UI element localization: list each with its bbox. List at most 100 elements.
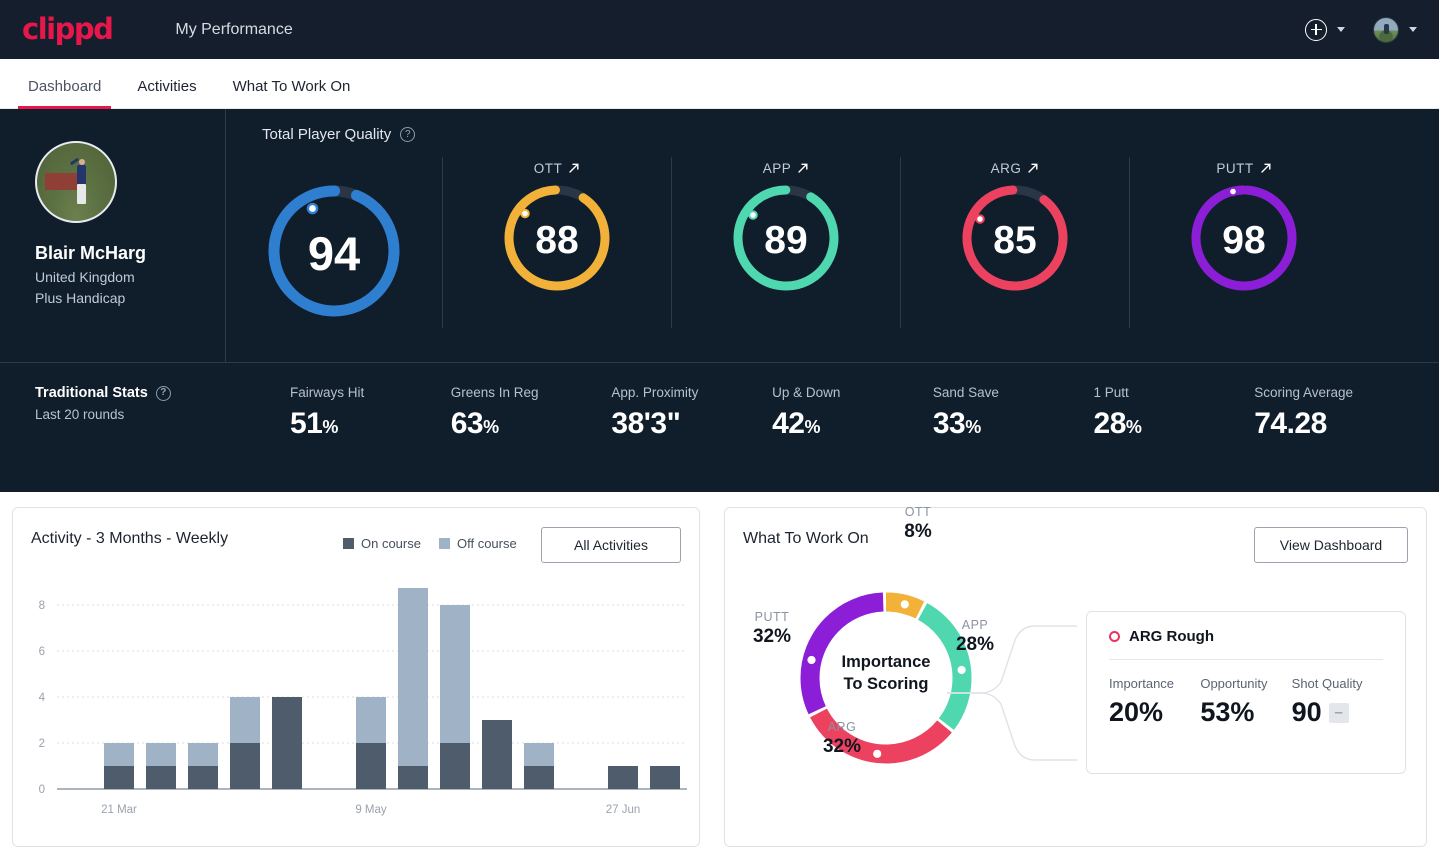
circle-outline-icon bbox=[1109, 631, 1120, 642]
gauge-arg: ARG 85 bbox=[900, 157, 1129, 328]
stat-greens-in-reg: Greens In Reg 63% bbox=[451, 385, 612, 441]
metric-value: 20% bbox=[1109, 697, 1164, 727]
player-handicap: Plus Handicap bbox=[35, 290, 126, 306]
plus-circle-icon[interactable] bbox=[1305, 18, 1327, 41]
what-to-work-on-card: What To Work On View Dashboard Importanc… bbox=[724, 505, 1427, 847]
stat-value: 28% bbox=[1093, 407, 1142, 440]
app-title: My Performance bbox=[175, 20, 293, 38]
metric-label: Opportunity bbox=[1200, 676, 1268, 691]
stat-label: Scoring Average bbox=[1254, 385, 1354, 400]
x-tick-9-may: 9 May bbox=[355, 804, 387, 816]
donut-label-ott: OTT 8% bbox=[904, 505, 932, 542]
stat-value: 74.28 bbox=[1254, 407, 1327, 440]
donut-marker-ott bbox=[898, 597, 912, 611]
ott-ring: 88 bbox=[498, 179, 616, 302]
gauge-app-label: APP bbox=[762, 160, 792, 176]
stat-label: App. Proximity bbox=[611, 385, 699, 400]
bottom-cards: Activity - 3 Months - Weekly On course O… bbox=[0, 492, 1439, 847]
donut-marker-putt bbox=[804, 653, 819, 667]
stat-value: 33% bbox=[932, 407, 981, 440]
stat-label: Up & Down bbox=[772, 385, 841, 400]
all-activities-button[interactable]: All Activities bbox=[541, 527, 681, 563]
stat-value: 38'3" bbox=[611, 407, 681, 440]
legend-label: Off course bbox=[456, 536, 517, 551]
traditional-stats-row: Traditional Stats ? Last 20 rounds Fairw… bbox=[0, 362, 1439, 492]
stat-up-and-down: Up & Down 42% bbox=[772, 385, 933, 441]
traditional-stats-title: Traditional Stats bbox=[35, 385, 148, 401]
arg-ring: 85 bbox=[956, 179, 1074, 302]
main-tabs: Dashboard Activities What To Work On bbox=[0, 59, 1439, 109]
activity-bar-chart: 8 6 4 2 0 21 Mar 9 May 27 Jun bbox=[31, 582, 687, 836]
up-right-arrow-icon bbox=[1028, 163, 1038, 173]
quality-gauges: Total Player Quality ? 94 OTT 88 APP 89 … bbox=[225, 109, 1439, 362]
tab-what-to-work-on[interactable]: What To Work On bbox=[215, 78, 369, 108]
stat-sand-save: Sand Save 33% bbox=[933, 385, 1094, 441]
traditional-stats-heading: Traditional Stats ? Last 20 rounds bbox=[0, 385, 290, 422]
legend-item-off-course: Off course bbox=[438, 536, 517, 551]
metric-label: Shot Quality bbox=[1291, 676, 1363, 691]
up-right-arrow-icon bbox=[569, 163, 579, 173]
chevron-down-icon[interactable] bbox=[1409, 27, 1417, 32]
gauge-row: 94 OTT 88 APP 89 ARG 85 PUTT 98 bbox=[226, 157, 1439, 328]
x-tick-27-jun: 27 Jun bbox=[606, 804, 641, 816]
player-name: Blair McHarg bbox=[35, 243, 147, 263]
total-quality-value: 94 bbox=[307, 227, 361, 280]
tab-activities[interactable]: Activities bbox=[119, 78, 214, 108]
detail-metric-shot-quality: Shot Quality 90 – bbox=[1292, 676, 1383, 728]
y-tick-6: 6 bbox=[39, 646, 45, 658]
player-country: United Kingdom bbox=[35, 269, 135, 285]
activity-card-title: Activity - 3 Months - Weekly bbox=[31, 530, 229, 547]
player-avatar bbox=[35, 141, 117, 223]
gauge-putt: PUTT 98 bbox=[1129, 157, 1358, 328]
stat-value: 51% bbox=[290, 407, 338, 440]
question-mark-icon[interactable]: ? bbox=[400, 127, 416, 142]
stat-value: 42% bbox=[772, 407, 820, 440]
tpq-text: Total Player Quality bbox=[262, 126, 392, 143]
y-tick-0: 0 bbox=[39, 784, 45, 796]
metric-value: 53% bbox=[1200, 697, 1255, 727]
gauge-ott: OTT 88 bbox=[442, 157, 671, 328]
metric-value: 90 – bbox=[1292, 697, 1383, 728]
y-tick-4: 4 bbox=[39, 692, 46, 704]
up-right-arrow-icon bbox=[798, 163, 808, 173]
stat-one-putt: 1 Putt 28% bbox=[1094, 385, 1255, 441]
stat-label: Greens In Reg bbox=[450, 385, 539, 400]
metric-label: Importance bbox=[1109, 676, 1175, 691]
performance-hero: Blair McHarg United Kingdom Plus Handica… bbox=[0, 109, 1439, 492]
donut-label-putt: PUTT 32% bbox=[752, 610, 792, 647]
stat-app-proximity: App. Proximity 38'3" bbox=[611, 385, 772, 441]
avatar[interactable] bbox=[1373, 16, 1399, 43]
up-right-arrow-icon bbox=[1260, 163, 1271, 173]
gauge-app: APP 89 bbox=[671, 157, 900, 328]
view-dashboard-button[interactable]: View Dashboard bbox=[1254, 527, 1408, 563]
connector-bracket bbox=[947, 625, 1077, 761]
donut-label-arg: ARG 32% bbox=[822, 720, 862, 757]
question-mark-icon[interactable]: ? bbox=[155, 385, 171, 401]
donut-center-label: Importance To Scoring bbox=[841, 653, 931, 694]
tab-dashboard[interactable]: Dashboard bbox=[10, 78, 119, 109]
y-tick-8: 8 bbox=[39, 600, 45, 612]
top-bar-actions bbox=[1305, 0, 1417, 59]
legend-label: On course bbox=[361, 536, 421, 551]
stat-scoring-average: Scoring Average 74.28 bbox=[1254, 385, 1439, 441]
bar-chart-svg: 8 6 4 2 0 21 Mar 9 May 27 Jun bbox=[39, 582, 687, 816]
player-profile: Blair McHarg United Kingdom Plus Handica… bbox=[0, 109, 225, 362]
putt-ring: 98 bbox=[1185, 179, 1303, 302]
stat-label: Sand Save bbox=[932, 385, 999, 400]
app-ring: 89 bbox=[727, 179, 845, 302]
total-quality-ring: 94 bbox=[262, 179, 406, 328]
app-logo[interactable]: clippd bbox=[22, 15, 114, 44]
stat-fairways-hit: Fairways Hit 51% bbox=[290, 385, 451, 441]
divider bbox=[1109, 659, 1383, 660]
detail-metric-importance: Importance 20% bbox=[1109, 676, 1200, 728]
traditional-stats-subtitle: Last 20 rounds bbox=[35, 407, 125, 422]
chevron-down-icon[interactable] bbox=[1337, 27, 1345, 32]
gauge-arg-label: ARG bbox=[990, 160, 1022, 176]
legend-item-on-course: On course bbox=[343, 536, 421, 551]
stat-label: Fairways Hit bbox=[290, 385, 365, 400]
arg-value: 85 bbox=[993, 218, 1037, 262]
stat-value: 63% bbox=[450, 407, 499, 440]
ott-value: 88 bbox=[535, 218, 579, 262]
detail-metric-opportunity: Opportunity 53% bbox=[1200, 676, 1291, 728]
trend-flat-badge: – bbox=[1328, 702, 1349, 723]
